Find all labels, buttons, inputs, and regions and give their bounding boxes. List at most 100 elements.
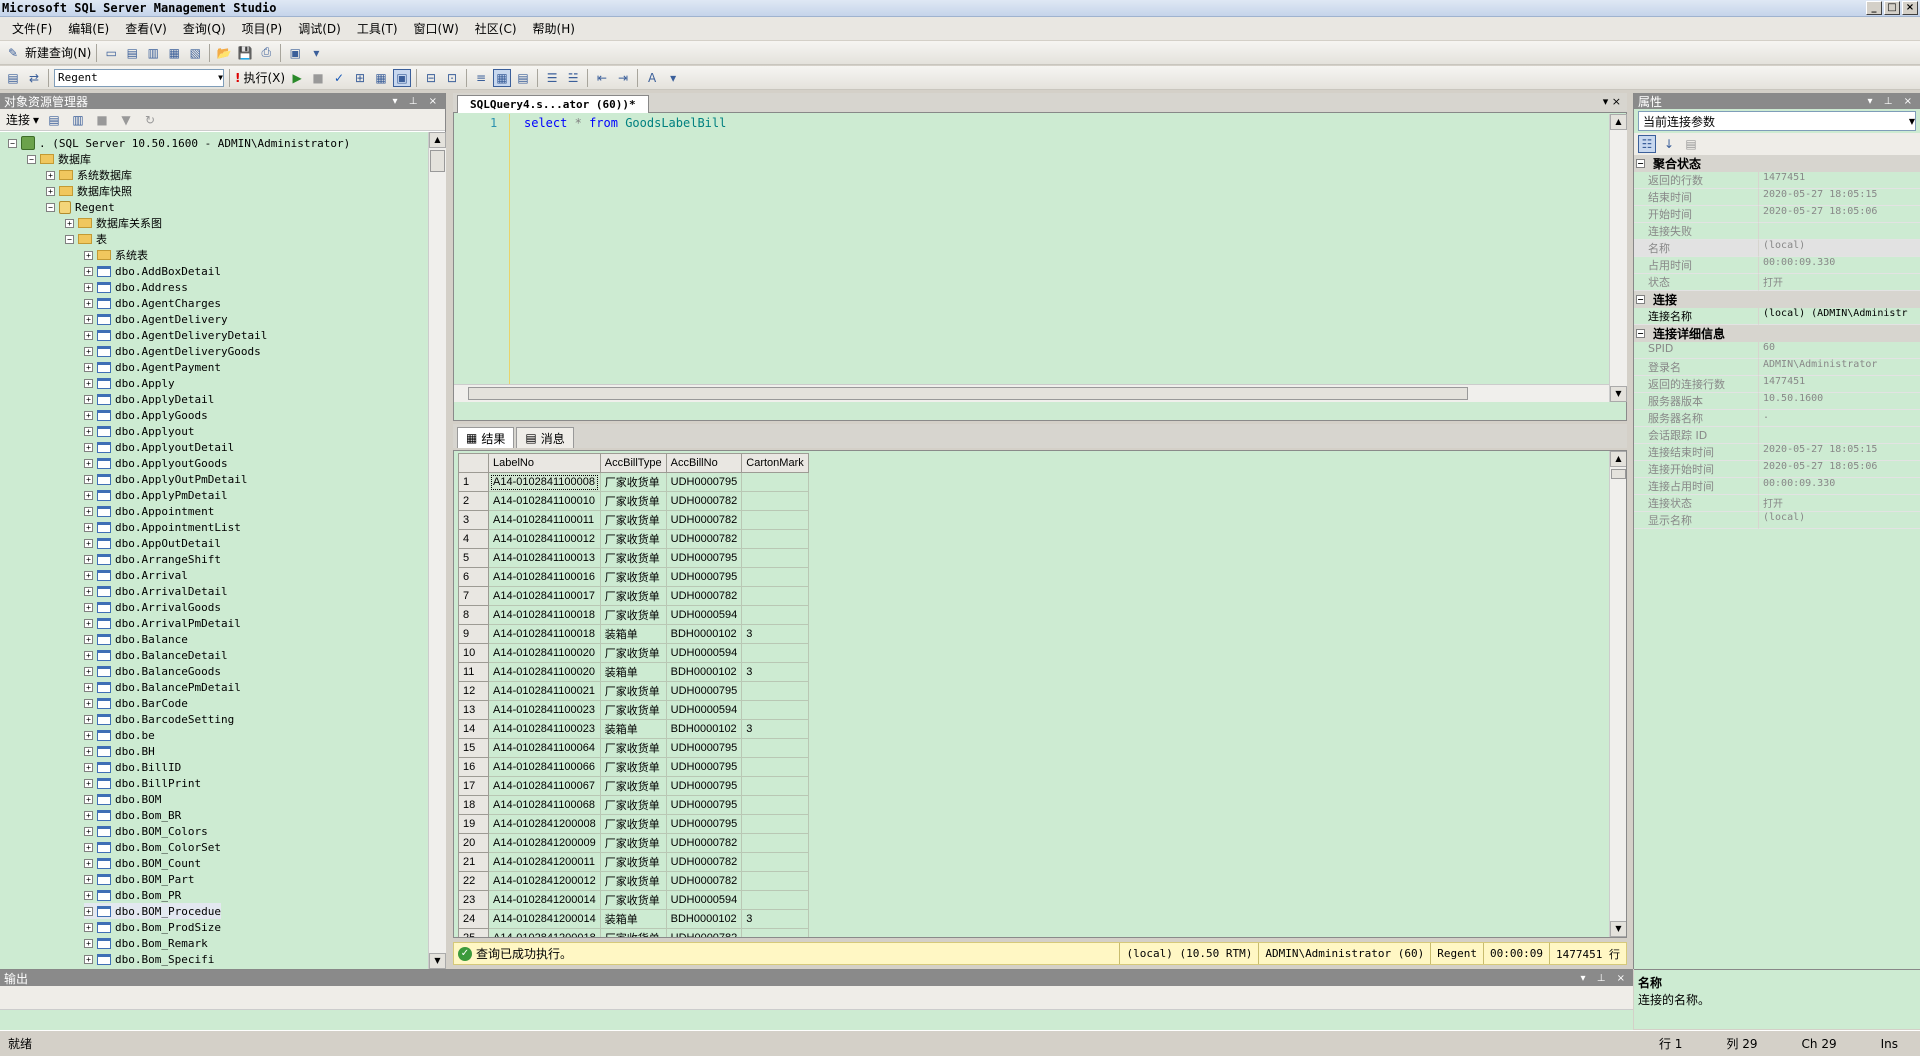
property-row[interactable]: 服务器版本 10.50.1600 — [1634, 393, 1920, 410]
tree-node-table[interactable]: + dbo.BillID — [84, 759, 181, 775]
tree-node-table[interactable]: + dbo.BOM_Part — [84, 871, 194, 887]
scroll-up-icon[interactable]: ▲ — [1610, 114, 1627, 130]
grid-cell[interactable]: 装箱单 — [599, 909, 667, 929]
tree-node-table[interactable]: + dbo.AgentPayment — [84, 359, 221, 375]
grid-cell[interactable]: BDH0000102 — [665, 909, 743, 929]
table-row[interactable]: 23 A14-0102841200014 厂家收货单 UDH0000594 — [458, 890, 809, 910]
grid-cell[interactable] — [741, 871, 809, 891]
results-to-grid-icon[interactable]: ▣ — [393, 68, 412, 87]
tree-node-table[interactable]: + dbo.Bom_ProdSize — [84, 919, 221, 935]
grid-cell[interactable]: UDH0000795 — [665, 814, 743, 834]
table-row[interactable]: 14 A14-0102841100023 装箱单 BDH0000102 3 — [458, 719, 809, 739]
grid-cell[interactable]: UDH0000795 — [665, 567, 743, 587]
grid-cell[interactable]: 3 — [741, 909, 809, 929]
tree-node-table[interactable]: + dbo.AgentDeliveryDetail — [84, 327, 267, 343]
grid-vscrollbar[interactable]: ▲ ▼ — [1609, 451, 1626, 937]
tree-node-server[interactable]: −. (SQL Server 10.50.1600 - ADMIN\Admini… — [8, 135, 350, 151]
tree-node-table[interactable]: + dbo.ApplyPmDetail — [84, 487, 228, 503]
comment-icon[interactable]: ☰ — [543, 69, 561, 87]
toolbar2-overflow-icon[interactable]: ▾ — [664, 69, 682, 87]
row-number[interactable]: 17 — [458, 776, 489, 796]
grid-cell[interactable] — [741, 491, 809, 511]
collapse-icon[interactable]: − — [1636, 329, 1645, 338]
tree-node-table[interactable]: + dbo.Arrival — [84, 567, 188, 583]
tree-node-table[interactable]: + dbo.BOM — [84, 791, 161, 807]
property-row[interactable]: 连接开始时间 2020-05-27 18:05:06 — [1634, 461, 1920, 478]
grid-cell[interactable]: BDH0000102 — [665, 624, 743, 644]
grid-cell[interactable] — [741, 700, 809, 720]
properties-object-select[interactable]: 当前连接参数 ▼ — [1638, 111, 1916, 131]
stop-icon[interactable]: ■ — [309, 69, 327, 87]
grid-cell[interactable] — [741, 472, 809, 492]
row-number[interactable]: 15 — [458, 738, 489, 758]
table-row[interactable]: 24 A14-0102841200014 装箱单 BDH0000102 3 — [458, 909, 809, 929]
grid-cell[interactable]: A14-0102841100023 — [488, 719, 601, 739]
tree-node-table[interactable]: + dbo.BalancePmDetail — [84, 679, 241, 695]
table-row[interactable]: 1 A14-0102841100008 厂家收货单 UDH0000795 — [458, 472, 809, 492]
tree-node-table[interactable]: + dbo.ArrivalPmDetail — [84, 615, 241, 631]
row-number[interactable]: 5 — [458, 548, 489, 568]
tree-scrollbar[interactable]: ▲ ▼ — [428, 132, 446, 969]
tree-node-system-tables[interactable]: + 系统表 — [84, 247, 148, 263]
increase-indent-icon[interactable]: ⇥ — [614, 69, 632, 87]
grid-cell[interactable]: 厂家收货单 — [599, 529, 667, 549]
tree-node-table[interactable]: + dbo.Address — [84, 279, 188, 295]
grid-cell[interactable]: UDH0000782 — [665, 833, 743, 853]
table-row[interactable]: 9 A14-0102841100018 装箱单 BDH0000102 3 — [458, 624, 809, 644]
tree-node-table[interactable]: + dbo.BillPrint — [84, 775, 201, 791]
change-connection-icon[interactable]: ⇄ — [25, 69, 43, 87]
refresh-icon[interactable]: ↻ — [141, 111, 159, 129]
table-row[interactable]: 8 A14-0102841100018 厂家收货单 UDH0000594 — [458, 605, 809, 625]
uncomment-icon[interactable]: ☱ — [564, 69, 582, 87]
tree-node-table[interactable]: + dbo.ArrivalDetail — [84, 583, 228, 599]
row-number[interactable]: 9 — [458, 624, 489, 644]
row-number[interactable]: 2 — [458, 491, 489, 511]
grid-cell[interactable]: A14-0102841100016 — [488, 567, 601, 587]
grid-cell[interactable]: 厂家收货单 — [599, 472, 667, 492]
row-number[interactable]: 20 — [458, 833, 489, 853]
tree-node-table[interactable]: + dbo.Bom_Specifi — [84, 951, 214, 967]
menu-tools[interactable]: 工具(T) — [349, 20, 406, 37]
grid-cell[interactable]: A14-0102841100012 — [488, 529, 601, 549]
grid-cell[interactable]: 厂家收货单 — [599, 871, 667, 891]
scroll-up-icon[interactable]: ▲ — [1610, 451, 1626, 467]
tab-close-icon[interactable]: ▾ × — [1603, 95, 1621, 108]
minimize-button[interactable]: _ — [1866, 1, 1882, 15]
table-row[interactable]: 10 A14-0102841100020 厂家收货单 UDH0000594 — [458, 643, 809, 663]
grid-cell[interactable]: 3 — [741, 719, 809, 739]
tree-node-table[interactable]: + dbo.ApplyoutDetail — [84, 439, 234, 455]
grid-cell[interactable]: 厂家收货单 — [599, 890, 667, 910]
parse-check-icon[interactable]: ✓ — [330, 69, 348, 87]
property-row[interactable]: 连接名称 (local) (ADMIN\Administr — [1634, 308, 1920, 325]
table-row[interactable]: 12 A14-0102841100021 厂家收货单 UDH0000795 — [458, 681, 809, 701]
grid-cell[interactable]: A14-0102841200009 — [488, 833, 601, 853]
open-folder-icon[interactable]: 📂 — [215, 44, 233, 62]
tree-node-table[interactable]: + dbo.BOM_Colors — [84, 823, 208, 839]
property-row[interactable]: 开始时间 2020-05-27 18:05:06 — [1634, 206, 1920, 223]
tab-results[interactable]: ▦ 结果 — [457, 427, 515, 448]
tree-node-table[interactable]: + dbo.Bom_BR — [84, 807, 181, 823]
grid-cell[interactable]: 厂家收货单 — [599, 776, 667, 796]
row-number[interactable]: 10 — [458, 643, 489, 663]
results-to-text-icon[interactable]: ≡ — [472, 69, 490, 87]
alphabetical-icon[interactable]: ↓ — [1660, 135, 1678, 153]
grid-cell[interactable] — [741, 738, 809, 758]
grid-cell[interactable] — [741, 510, 809, 530]
property-row[interactable]: 名称 (local) — [1634, 240, 1920, 257]
grid-cell[interactable]: 厂家收货单 — [599, 738, 667, 758]
grid-cell[interactable]: A14-0102841100018 — [488, 605, 601, 625]
tree-node-table[interactable]: + dbo.be — [84, 727, 155, 743]
grid-cell[interactable] — [741, 928, 809, 937]
property-row[interactable]: 登录名 ADMIN\Administrator — [1634, 359, 1920, 376]
tree-node-table[interactable]: + dbo.ApplyoutGoods — [84, 455, 228, 471]
grid-cell[interactable]: A14-0102841100018 — [488, 624, 601, 644]
grid-cell[interactable]: 厂家收货单 — [599, 586, 667, 606]
grid-cell[interactable]: A14-0102841200014 — [488, 909, 601, 929]
grid-cell[interactable]: A14-0102841100020 — [488, 643, 601, 663]
collapse-icon[interactable]: − — [1636, 295, 1645, 304]
grid-cell[interactable] — [741, 890, 809, 910]
grid-cell[interactable]: A14-0102841100011 — [488, 510, 601, 530]
results-grid[interactable]: LabelNo AccBillType AccBillNo CartonMark 1A… — [453, 450, 1627, 938]
grid-cell[interactable]: A14-0102841200014 — [488, 890, 601, 910]
collapse-icon[interactable]: − — [1636, 159, 1645, 168]
